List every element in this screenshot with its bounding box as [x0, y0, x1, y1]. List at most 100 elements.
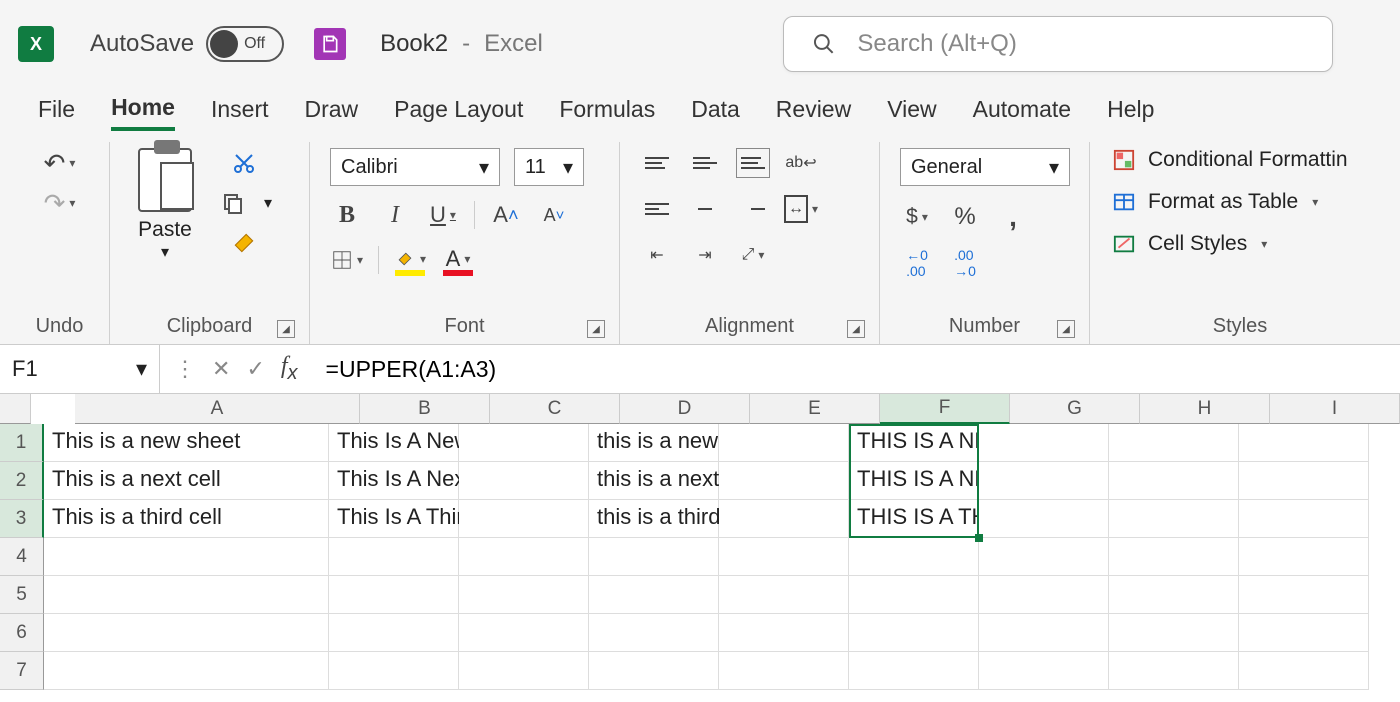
cell-C4[interactable] [459, 538, 589, 576]
cell-I5[interactable] [1239, 576, 1369, 614]
cell-H6[interactable] [1109, 614, 1239, 652]
column-header-A[interactable]: A [75, 394, 360, 424]
cell-E4[interactable] [719, 538, 849, 576]
cell-B6[interactable] [329, 614, 459, 652]
cell-G6[interactable] [979, 614, 1109, 652]
cell-I2[interactable] [1239, 462, 1369, 500]
cell-A3[interactable]: This is a third cell [44, 500, 329, 538]
font-size-select[interactable]: 11▾ [514, 148, 584, 186]
undo-button[interactable]: ↶ [43, 148, 77, 178]
conditional-formatting-button[interactable]: Conditional Formattin [1110, 148, 1348, 172]
number-dialog-launcher[interactable]: ◢ [1057, 320, 1075, 338]
tab-draw[interactable]: Draw [305, 96, 359, 129]
cell-B4[interactable] [329, 538, 459, 576]
cell-D5[interactable] [589, 576, 719, 614]
number-format-select[interactable]: General▾ [900, 148, 1070, 186]
column-header-F[interactable]: F [880, 394, 1010, 424]
cell-B7[interactable] [329, 652, 459, 690]
tab-data[interactable]: Data [691, 96, 740, 129]
cell-D6[interactable] [589, 614, 719, 652]
cell-H3[interactable] [1109, 500, 1239, 538]
cell-F7[interactable] [849, 652, 979, 690]
cell-A2[interactable]: This is a next cell [44, 462, 329, 500]
cell-H1[interactable] [1109, 424, 1239, 462]
cell-C2[interactable] [459, 462, 589, 500]
tab-home[interactable]: Home [111, 94, 175, 131]
cell-G1[interactable] [979, 424, 1109, 462]
column-header-H[interactable]: H [1140, 394, 1270, 424]
cell-I1[interactable] [1239, 424, 1369, 462]
cell-A4[interactable] [44, 538, 329, 576]
cell-I4[interactable] [1239, 538, 1369, 576]
row-header-3[interactable]: 3 [0, 500, 44, 538]
alignment-dialog-launcher[interactable]: ◢ [847, 320, 865, 338]
align-bottom-button[interactable] [736, 148, 770, 178]
cell-G4[interactable] [979, 538, 1109, 576]
clipboard-dialog-launcher[interactable]: ◢ [277, 320, 295, 338]
currency-button[interactable]: $ [900, 202, 934, 232]
align-center-button[interactable] [688, 194, 722, 224]
cell-H5[interactable] [1109, 576, 1239, 614]
formula-input[interactable] [312, 356, 1400, 383]
cell-I7[interactable] [1239, 652, 1369, 690]
cell-G2[interactable] [979, 462, 1109, 500]
autosave-toggle[interactable]: Off [206, 26, 284, 62]
row-header-2[interactable]: 2 [0, 462, 44, 500]
column-header-I[interactable]: I [1270, 394, 1400, 424]
name-box-dropdown-icon[interactable]: ▾ [136, 356, 147, 382]
tab-page-layout[interactable]: Page Layout [394, 96, 523, 129]
tab-formulas[interactable]: Formulas [559, 96, 655, 129]
paste-button[interactable]: Paste ▾ [130, 148, 200, 262]
cell-C6[interactable] [459, 614, 589, 652]
cell-F4[interactable] [849, 538, 979, 576]
cell-C5[interactable] [459, 576, 589, 614]
row-header-6[interactable]: 6 [0, 614, 44, 652]
wrap-text-button[interactable]: ab↩ [784, 148, 818, 178]
cell-I3[interactable] [1239, 500, 1369, 538]
tab-file[interactable]: File [38, 96, 75, 129]
copy-button[interactable] [216, 188, 250, 218]
decrease-decimal-button[interactable]: .00→0 [948, 248, 982, 278]
row-header-7[interactable]: 7 [0, 652, 44, 690]
select-all-button[interactable] [0, 394, 31, 424]
cell-E1[interactable] [719, 424, 849, 462]
tab-help[interactable]: Help [1107, 96, 1154, 129]
merge-center-button[interactable]: ↔ [784, 194, 818, 224]
column-header-C[interactable]: C [490, 394, 620, 424]
cell-E3[interactable] [719, 500, 849, 538]
cell-D3[interactable]: this is a third cell [589, 500, 719, 538]
cell-G5[interactable] [979, 576, 1109, 614]
font-dialog-launcher[interactable]: ◢ [587, 320, 605, 338]
name-box[interactable]: F1 ▾ [0, 345, 160, 393]
cell-H4[interactable] [1109, 538, 1239, 576]
underline-button[interactable]: U [426, 200, 460, 230]
cell-G7[interactable] [979, 652, 1109, 690]
cell-E7[interactable] [719, 652, 849, 690]
percent-button[interactable]: % [948, 202, 982, 232]
increase-font-button[interactable]: A˄ [489, 200, 523, 230]
cell-C3[interactable] [459, 500, 589, 538]
comma-button[interactable]: , [996, 202, 1030, 232]
bold-button[interactable]: B [330, 200, 364, 230]
cell-D4[interactable] [589, 538, 719, 576]
column-header-B[interactable]: B [360, 394, 490, 424]
cell-A5[interactable] [44, 576, 329, 614]
tab-review[interactable]: Review [776, 96, 851, 129]
cell-C1[interactable] [459, 424, 589, 462]
orientation-button[interactable]: ⤢ [736, 240, 770, 270]
cell-F6[interactable] [849, 614, 979, 652]
cell-B3[interactable]: This Is A Third Cell [329, 500, 459, 538]
font-name-select[interactable]: Calibri▾ [330, 148, 500, 186]
search-input[interactable] [857, 30, 1303, 58]
align-top-button[interactable] [640, 148, 674, 178]
decrease-indent-button[interactable]: ⇤ [640, 240, 674, 270]
redo-button[interactable]: ↷ [43, 188, 77, 218]
cell-B5[interactable] [329, 576, 459, 614]
increase-indent-button[interactable]: ⇥ [688, 240, 722, 270]
tab-automate[interactable]: Automate [973, 96, 1071, 129]
align-middle-button[interactable] [688, 148, 722, 178]
cell-C7[interactable] [459, 652, 589, 690]
paste-dropdown-icon[interactable]: ▾ [161, 242, 169, 262]
cell-A7[interactable] [44, 652, 329, 690]
format-painter-button[interactable] [227, 228, 261, 258]
